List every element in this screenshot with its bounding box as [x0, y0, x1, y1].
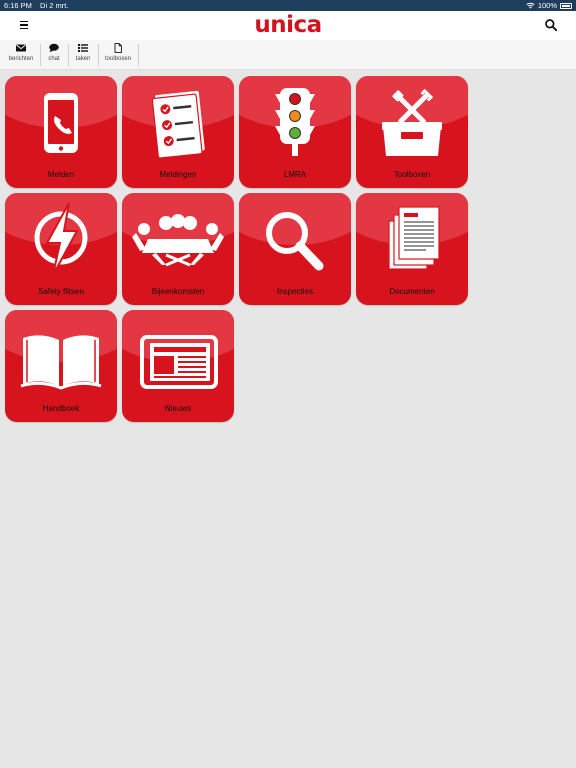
tile-safety-flitsen[interactable]: Safety flitsen [5, 193, 117, 305]
tile-inspecties[interactable]: Inspecties [239, 193, 351, 305]
toolbar-berichten-label: berichten [8, 56, 34, 62]
document-icon [114, 43, 122, 53]
tile-label: Nieuws [164, 404, 192, 413]
tile-label: Handboek [42, 404, 80, 413]
wifi-icon [526, 2, 535, 9]
tile-lmra[interactable]: LMRA [239, 76, 351, 188]
tile-label: Documenten [389, 287, 435, 296]
toolbar-toolboxen-button[interactable]: toolboxen [102, 43, 134, 68]
list-icon [78, 44, 88, 52]
speech-bubble-icon [49, 43, 59, 53]
tile-label: Toolboxen [393, 170, 431, 179]
toolbar-taken-label: taken [75, 56, 91, 62]
toolbar: berichten chat taken toolboxen [0, 40, 576, 70]
toolbar-berichten-button[interactable]: berichten [6, 43, 36, 68]
toolbar-chat-label: chat [48, 56, 60, 62]
search-icon[interactable] [544, 18, 558, 32]
toolbar-divider [138, 44, 139, 66]
toolbar-divider [68, 44, 69, 66]
tile-melden[interactable]: Melden [5, 76, 117, 188]
tile-label: Melden [47, 170, 75, 179]
tile-label: Bijeenkomsten [151, 287, 205, 296]
toolbar-chat-button[interactable]: chat [43, 43, 65, 68]
status-date: Di 2 mrt. [40, 1, 69, 10]
tile-toolboxen[interactable]: Toolboxen [356, 76, 468, 188]
battery-icon [560, 2, 572, 9]
tile-meldingen[interactable]: Meldingen [122, 76, 234, 188]
toolbar-divider [98, 44, 99, 66]
tile-label: Meldingen [159, 170, 197, 179]
tile-documenten[interactable]: Documenten [356, 193, 468, 305]
battery-percentage: 100% [537, 1, 557, 10]
envelope-icon [16, 44, 26, 52]
tile-label: Safety flitsen [38, 287, 84, 296]
toolbar-divider [40, 44, 41, 66]
status-time: 6:16 PM [4, 1, 32, 10]
app-header: unica [0, 11, 576, 40]
tile-bijeenkomsten[interactable]: Bijeenkomsten [122, 193, 234, 305]
unica-logo: unica [254, 12, 322, 38]
toolbar-taken-button[interactable]: taken [71, 43, 95, 68]
status-bar: 6:16 PM Di 2 mrt. 100% [0, 0, 576, 11]
tile-label: LMRA [283, 170, 307, 179]
tile-nieuws[interactable]: Nieuws [122, 310, 234, 422]
tile-label: Inspecties [276, 287, 314, 296]
tile-handboek[interactable]: Handboek [5, 310, 117, 422]
toolbar-toolboxen-label: toolboxen [104, 56, 132, 62]
